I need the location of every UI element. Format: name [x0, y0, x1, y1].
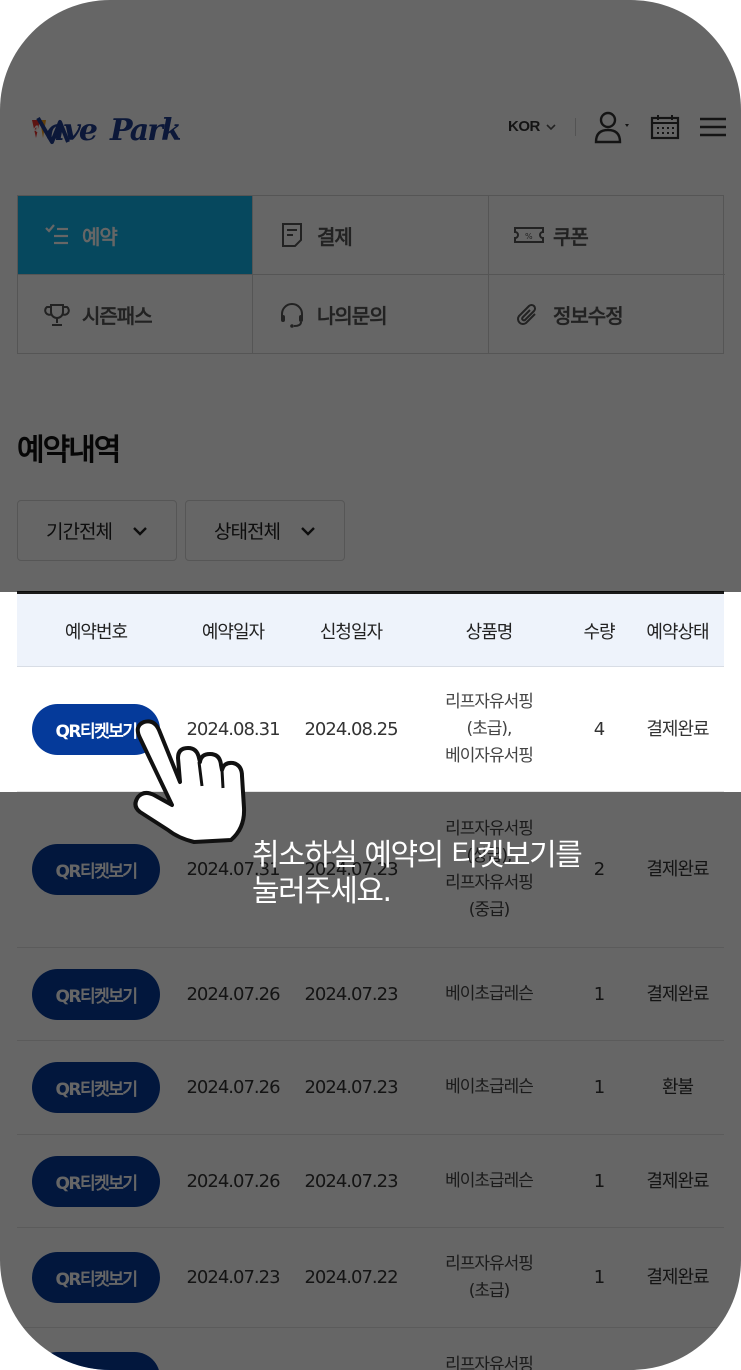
product-name: 리프자유서핑: [445, 1355, 534, 1370]
menu-item-inquiry[interactable]: 나의문의: [253, 275, 489, 354]
table-row: QR티켓보기 2024.07.26 2024.07.23 베이초급레슨 1 결제…: [17, 1135, 724, 1228]
menu-item-label: 예약: [82, 224, 118, 249]
column-header: 예약상태: [646, 621, 709, 643]
reservation-status: 결제완료: [646, 983, 709, 1005]
qr-ticket-button[interactable]: QR티켓보기: [32, 968, 160, 1020]
quantity: 1: [593, 1170, 605, 1192]
qr-ticket-button[interactable]: QR티켓보기: [32, 844, 160, 895]
menu-item-label: 정보수정: [553, 304, 624, 328]
page-title: 예약내역: [17, 433, 121, 468]
hamburger-menu-icon[interactable]: [699, 116, 727, 138]
product-name: 베이초급레슨: [445, 1077, 534, 1097]
status-filter-label: 상태전체: [214, 521, 281, 543]
checklist-icon: [45, 224, 68, 245]
application-date: 2024.07.23: [304, 983, 398, 1005]
menu-item-edit-info[interactable]: 정보수정: [489, 275, 725, 354]
menu-item-label: 나의문의: [317, 304, 388, 328]
paperclip-icon: [517, 303, 537, 325]
column-header: 수량: [583, 621, 615, 643]
svg-text:4: 4: [33, 125, 39, 135]
quantity: 4: [593, 718, 605, 740]
svg-text:Park: Park: [109, 113, 180, 148]
coupon-icon: %: [514, 227, 544, 243]
qr-ticket-button[interactable]: QR티켓보기: [32, 1062, 160, 1113]
menu-item-label: 쿠폰: [553, 224, 589, 249]
header-divider: [575, 118, 576, 136]
product-name: 리프자유서핑 (초급): [445, 1253, 534, 1301]
chevron-down-icon: [546, 124, 556, 131]
menu-item-label: 시즌패스: [82, 304, 153, 328]
reservation-status: 결제완료: [646, 718, 709, 740]
period-filter-label: 기간전체: [46, 521, 113, 543]
table-row: QR티켓보기 2024.07.26 2024.07.23 베이초급레슨 1 결제…: [17, 948, 724, 1041]
quantity: 1: [593, 983, 605, 1005]
trophy-icon: [44, 303, 70, 326]
product-name: 리프자유서핑 (초급), 베이자유서핑: [445, 691, 534, 766]
menu-item-label: 결제: [317, 224, 353, 249]
tutorial-message: 취소하실 예약의 티켓보기를 눌러주세요.: [252, 838, 583, 909]
reservation-date: 2024.07.26: [186, 1077, 280, 1098]
reservation-date: 2024.07.26: [186, 1170, 280, 1192]
qr-ticket-button[interactable]: QR티켓보기: [32, 1155, 160, 1207]
qr-ticket-button[interactable]: QR티켓보기: [32, 1352, 160, 1370]
product-name: 베이초급레슨: [445, 1170, 534, 1191]
application-date: 2024.07.23: [304, 1077, 398, 1098]
app-header: 4 ave Park KOR: [0, 92, 741, 164]
pointing-hand-icon: [133, 719, 247, 844]
chevron-down-icon: [301, 526, 315, 536]
table-row: QR티켓보기 2024.07.23 2024.07.22 리프자유서핑 (초급)…: [17, 1228, 724, 1328]
product-name: 베이초급레슨: [445, 983, 534, 1004]
phone-frame: 4 ave Park KOR 예약 결제 % 쿠폰 시즌패스 나의문의 정보수정…: [0, 0, 741, 1370]
status-filter-select[interactable]: 상태전체: [185, 500, 345, 561]
user-icon[interactable]: [594, 110, 634, 144]
reservation-status: 결제완료: [646, 1267, 709, 1288]
application-date: 2024.07.23: [304, 1170, 398, 1192]
table-header: 예약번호 예약일자 신청일자 상품명 수량 예약상태: [17, 591, 724, 667]
reservation-status: 결제완료: [646, 1170, 709, 1192]
svg-text:%: %: [525, 232, 533, 241]
quantity: 1: [593, 1077, 605, 1098]
receipt-icon: [282, 223, 302, 247]
column-header: 신청일자: [319, 621, 383, 643]
table-row: QR티켓보기 2024.07.26 2024.07.23 베이초급레슨 1 환불: [17, 1041, 724, 1135]
column-header: 상품명: [465, 621, 514, 643]
reservation-date: 2024.07.26: [186, 983, 280, 1005]
column-header: 예약번호: [64, 621, 128, 643]
application-date: 2024.08.25: [304, 718, 398, 740]
chevron-down-icon: [133, 526, 147, 536]
wavepark-logo[interactable]: 4 ave Park: [30, 108, 180, 148]
reservation-status: 환불: [661, 1077, 694, 1098]
headset-icon: [281, 302, 303, 328]
menu-item-coupon[interactable]: % 쿠폰: [489, 196, 725, 275]
menu-item-season-pass[interactable]: 시즌패스: [18, 275, 253, 354]
menu-item-payment[interactable]: 결제: [253, 196, 489, 275]
application-date: 2024.07.22: [304, 1267, 398, 1288]
mypage-menu-grid: 예약 결제 % 쿠폰 시즌패스 나의문의 정보수정: [17, 195, 725, 354]
quantity: 1: [593, 1267, 605, 1288]
qr-ticket-button[interactable]: QR티켓보기: [32, 1252, 160, 1303]
period-filter-select[interactable]: 기간전체: [17, 500, 177, 561]
table-row: QR티켓보기 리프자유서핑: [17, 1328, 724, 1370]
language-selector[interactable]: KOR: [508, 118, 540, 135]
table-row: QR티켓보기 2024.08.31 2024.08.25 리프자유서핑 (초급)…: [17, 667, 724, 792]
menu-item-reservation[interactable]: 예약: [18, 196, 253, 275]
reservation-date: 2024.07.23: [186, 1267, 280, 1288]
column-header: 예약일자: [201, 621, 265, 643]
calendar-icon[interactable]: [650, 114, 680, 140]
